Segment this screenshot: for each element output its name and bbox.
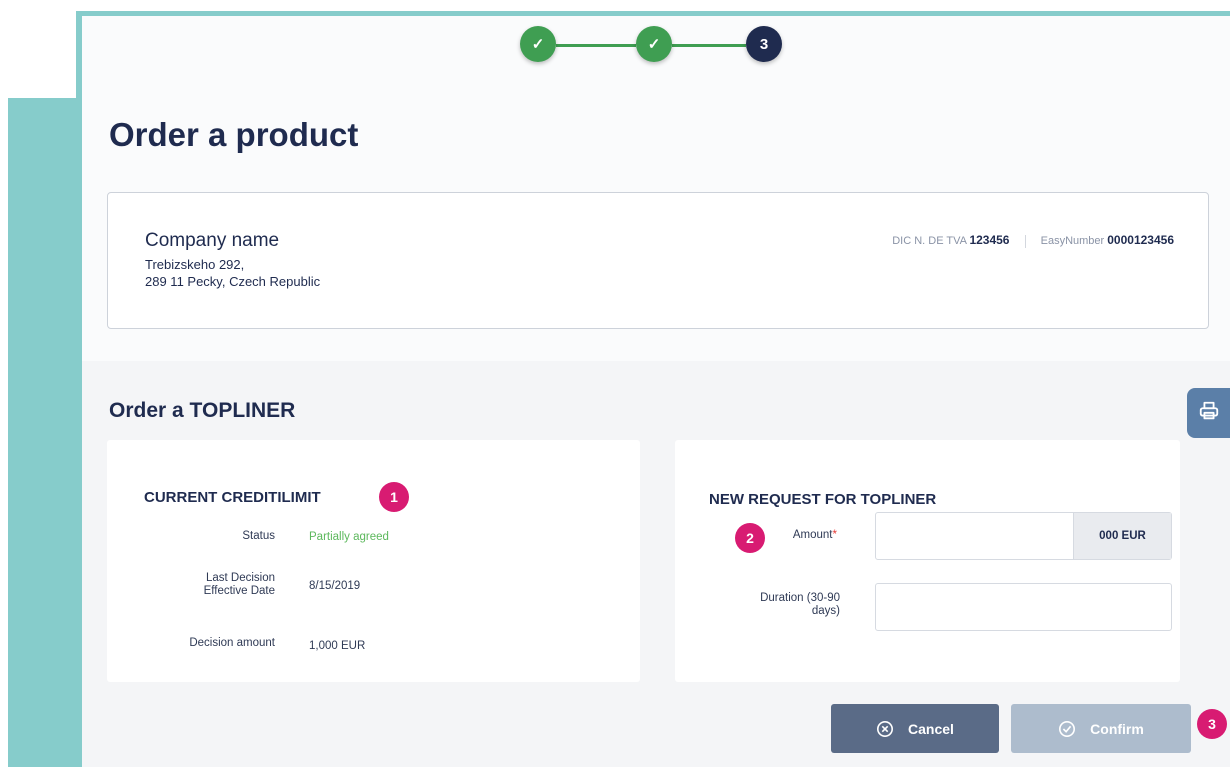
duration-label: Duration (30-90 days) [760, 592, 840, 618]
address-line-1: Trebizskeho 292, [145, 257, 245, 272]
amount-input[interactable] [876, 513, 1086, 557]
step-number: 3 [759, 35, 769, 53]
check-icon: ✓ [647, 36, 661, 53]
step-badge-3: 3 [1197, 709, 1227, 739]
last-decision-value: 8/15/2019 [309, 580, 361, 592]
last-decision-label-line1: Last Decision [205, 572, 275, 584]
step-connector [556, 44, 636, 47]
decision-amount-label: Decision amount [189, 637, 275, 649]
last-decision-label-line2: Effective Date [203, 585, 275, 597]
page-title: Order a product [109, 116, 359, 153]
step-badge-1: 1 [379, 482, 409, 512]
required-marker: * [832, 529, 837, 541]
step-2-complete: ✓ [636, 26, 672, 62]
step-badge-2: 2 [735, 523, 765, 553]
status-label: Status [242, 530, 275, 542]
decision-amount-value: 1,000 EUR [309, 640, 366, 652]
main-panel: ✓ ✓ 3 Order a product Company name Trebi… [82, 16, 1230, 767]
duration-field[interactable] [875, 583, 1172, 631]
teal-decoration-left [8, 98, 83, 767]
duration-label-line1: Duration (30-90 [760, 592, 840, 604]
step-connector [672, 44, 746, 47]
new-request-title: NEW REQUEST FOR TOPLINER [709, 491, 937, 508]
duration-input[interactable] [876, 584, 1166, 628]
step-1-complete: ✓ [520, 26, 556, 62]
progress-stepper: ✓ ✓ 3 [520, 26, 782, 66]
print-button[interactable] [1187, 388, 1230, 438]
divider [1024, 234, 1026, 248]
last-decision-label: Last Decision Effective Date [204, 572, 275, 598]
company-name: Company name [145, 230, 280, 251]
confirm-button[interactable]: Confirm [1011, 704, 1191, 753]
status-value: Partially agreed [309, 531, 389, 543]
address-line-2: 289 11 Pecky, Czech Republic [145, 274, 321, 289]
company-identifiers: DIC N. DE TVA 123456 EasyNumber 00001234… [892, 233, 1174, 248]
dic-value: 123456 [969, 233, 1010, 247]
company-address: Trebizskeho 292, 289 11 Pecky, Czech Rep… [145, 256, 320, 290]
amount-label: Amount* [793, 529, 837, 542]
cancel-label: Cancel [908, 720, 954, 737]
current-credit-limit-title: CURRENT CREDITILIMIT [144, 489, 321, 506]
check-circle-icon [1058, 720, 1076, 738]
easynumber-label: EasyNumber [1040, 235, 1105, 247]
duration-label-line2: days) [811, 605, 840, 617]
amount-unit-suffix: 000 EUR [1073, 513, 1171, 559]
amount-field[interactable]: 000 EUR [875, 512, 1172, 560]
new-request-card: NEW REQUEST FOR TOPLINER 2 Amount* 000 E… [675, 440, 1180, 682]
company-card: Company name Trebizskeho 292, 289 11 Pec… [107, 192, 1209, 329]
step-3-current: 3 [746, 26, 782, 62]
confirm-label: Confirm [1090, 720, 1144, 737]
current-credit-limit-card: CURRENT CREDITILIMIT 1 Status Partially … [107, 440, 640, 682]
easynumber-value: 0000123456 [1107, 233, 1174, 247]
cancel-circle-icon [876, 720, 894, 738]
dic-label: DIC N. DE TVA [892, 235, 967, 247]
check-icon: ✓ [531, 36, 545, 53]
amount-label-text: Amount [792, 529, 833, 541]
printer-icon [1198, 400, 1220, 427]
section-title: Order a TOPLINER [109, 399, 296, 422]
cancel-button[interactable]: Cancel [831, 704, 999, 753]
